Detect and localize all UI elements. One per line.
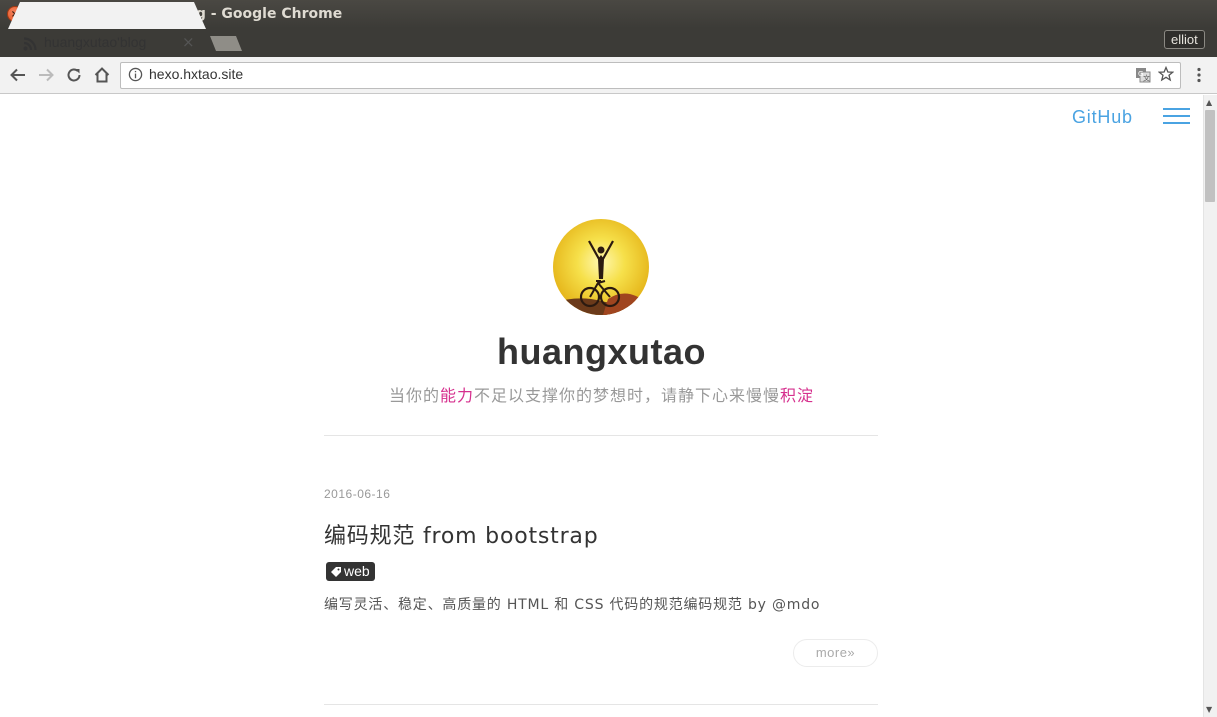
star-icon[interactable] xyxy=(1158,66,1174,82)
more-vert-icon[interactable] xyxy=(1193,66,1205,84)
scroll-up-arrow-icon[interactable]: ▲ xyxy=(1206,98,1212,107)
tag-icon xyxy=(331,566,341,577)
info-icon[interactable] xyxy=(128,67,143,82)
svg-text:文: 文 xyxy=(1143,74,1150,83)
motto-highlight: 能力 xyxy=(439,386,474,405)
scroll-down-arrow-icon[interactable]: ▼ xyxy=(1206,705,1212,714)
post-excerpt: 编写灵活、稳定、高质量的 HTML 和 CSS 代码的规范编码规范 by @md… xyxy=(324,597,821,613)
github-nav-link[interactable]: GitHub xyxy=(1072,107,1133,128)
reload-icon[interactable] xyxy=(65,66,83,84)
browser-tab[interactable] xyxy=(8,2,206,29)
avatar-image xyxy=(553,219,649,315)
avatar xyxy=(553,219,649,315)
motto-text: 当你的 xyxy=(388,386,440,405)
arrow-right-icon[interactable] xyxy=(37,66,55,84)
profile-button[interactable]: elliot xyxy=(1164,30,1205,49)
site-title: huangxutao xyxy=(497,331,706,372)
home-icon[interactable] xyxy=(93,66,111,84)
scrollbar-thumb[interactable] xyxy=(1205,110,1215,202)
translate-icon[interactable]: G 文 xyxy=(1135,67,1151,83)
arrow-left-icon[interactable] xyxy=(9,66,27,84)
motto-highlight: 积淀 xyxy=(780,386,815,405)
tab-close-button[interactable]: × xyxy=(182,33,195,51)
post-title-link[interactable]: 编码规范 from bootstrap xyxy=(324,518,598,550)
rss-icon xyxy=(23,37,37,51)
post-tag[interactable]: web xyxy=(326,562,375,581)
header-divider xyxy=(324,435,878,436)
hamburger-icon[interactable] xyxy=(1163,108,1190,125)
post-date: 2016-06-16 xyxy=(324,487,391,501)
page-content xyxy=(0,95,1203,717)
address-bar[interactable] xyxy=(120,62,1181,89)
read-more-button[interactable]: more» xyxy=(793,639,878,667)
url-text[interactable]: hexo.hxtao.site xyxy=(149,66,243,82)
site-motto: 当你的能力不足以支撑你的梦想时，请静下心来慢慢积淀 xyxy=(0,382,1203,406)
post-divider xyxy=(324,704,878,705)
motto-text: 不足以支撑你的梦想时，请静下心来慢慢 xyxy=(474,386,781,405)
tab-title: huangxutao'blog xyxy=(44,34,147,50)
post-tag-label: web xyxy=(344,563,370,579)
